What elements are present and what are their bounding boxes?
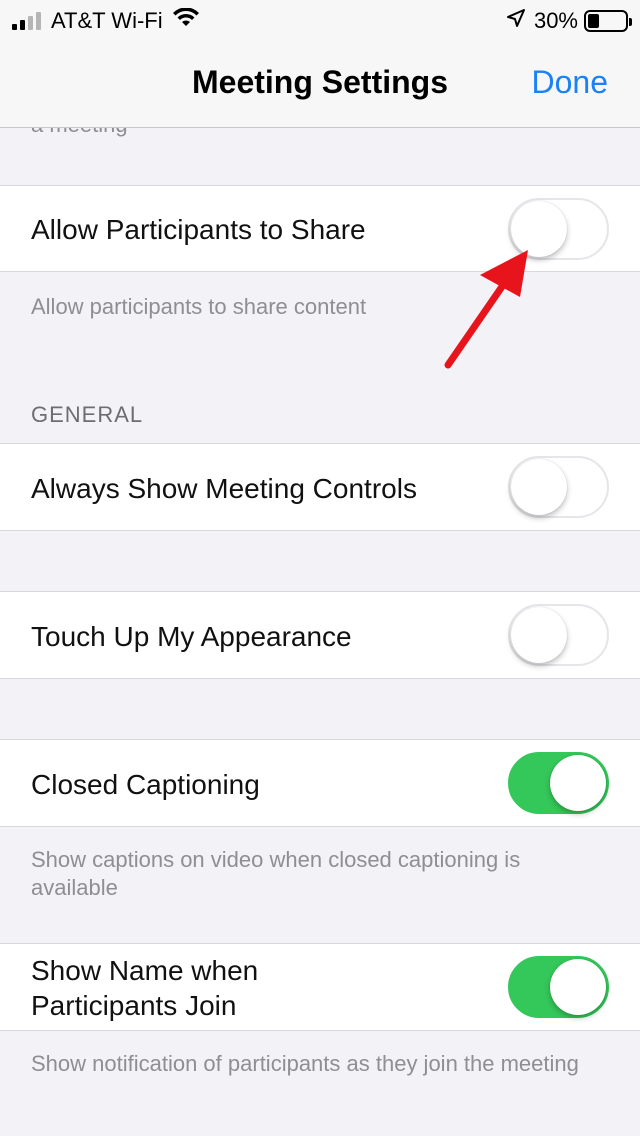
battery-cap xyxy=(629,18,632,26)
battery-fill xyxy=(588,14,599,28)
status-left: AT&T Wi-Fi xyxy=(12,7,199,34)
status-right: 30% xyxy=(506,8,632,34)
setting-row-show-name[interactable]: Show Name when Participants Join xyxy=(0,943,640,1031)
battery-icon xyxy=(584,10,632,32)
annotation-arrow-icon xyxy=(444,250,528,369)
setting-footer: Show captions on video when closed capti… xyxy=(31,847,521,900)
setting-row-allow-share[interactable]: Allow Participants to Share xyxy=(0,185,640,272)
setting-row-touch-up[interactable]: Touch Up My Appearance xyxy=(0,591,640,679)
section-header-general: GENERAL xyxy=(31,402,144,427)
toggle-knob xyxy=(511,607,567,663)
setting-footer: Show notification of participants as the… xyxy=(31,1051,579,1076)
toggle-knob xyxy=(511,459,567,515)
location-icon xyxy=(506,8,526,34)
done-button-overlay[interactable]: Done xyxy=(532,64,609,101)
carrier-label: AT&T Wi-Fi xyxy=(51,8,163,33)
screen: AT&T Wi-Fi 30% Meeting Settings Done All… xyxy=(0,0,640,1136)
toggle-knob xyxy=(550,959,606,1015)
touch-up-toggle[interactable] xyxy=(508,604,609,666)
battery-percent: 30% xyxy=(533,8,578,33)
wifi-icon xyxy=(172,7,199,34)
status-bar: AT&T Wi-Fi 30% xyxy=(0,0,640,40)
show-name-toggle[interactable] xyxy=(508,956,609,1018)
setting-label: Always Show Meeting Controls xyxy=(31,473,417,504)
setting-label: Touch Up My Appearance xyxy=(31,621,352,652)
nav-bar-cover: Meeting Settings Done xyxy=(0,40,640,128)
cellular-signal-icon xyxy=(12,12,41,30)
setting-label: Allow Participants to Share xyxy=(31,214,366,245)
setting-row-meeting-controls[interactable]: Always Show Meeting Controls xyxy=(0,443,640,531)
setting-label: Closed Captioning xyxy=(31,769,260,800)
toggle-knob xyxy=(550,755,606,811)
closed-captioning-toggle[interactable] xyxy=(508,752,609,814)
setting-label: Show Name when Participants Join xyxy=(31,955,259,1021)
meeting-controls-toggle[interactable] xyxy=(508,456,609,518)
setting-row-closed-captioning[interactable]: Closed Captioning xyxy=(0,739,640,827)
